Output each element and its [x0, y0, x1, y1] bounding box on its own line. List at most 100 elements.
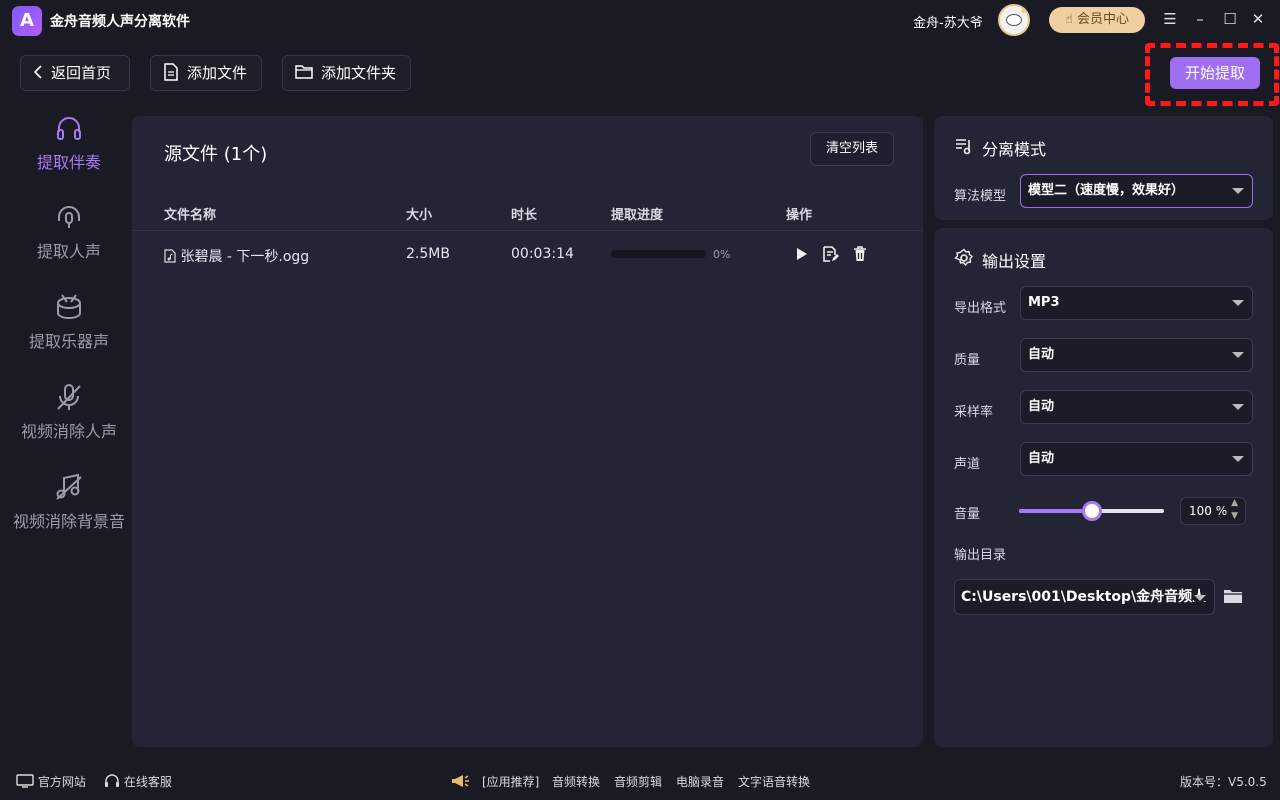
- samplerate-select[interactable]: 自动: [1020, 390, 1253, 424]
- maximize-icon[interactable]: ☐: [1220, 9, 1240, 29]
- headset-icon: [105, 774, 119, 787]
- music-off-icon: [56, 473, 82, 500]
- nav-label: 提取伴奏: [36, 153, 101, 172]
- monitor-icon: [16, 774, 34, 788]
- crown-icon: ♛: [1019, 4, 1030, 16]
- volume-slider[interactable]: [1019, 501, 1164, 521]
- footer-app-link[interactable]: 电脑录音: [676, 773, 724, 790]
- app-logo: A: [12, 6, 42, 36]
- progress-bar: [611, 250, 706, 258]
- column-header-progress: 提取进度: [611, 208, 664, 223]
- vip-center-label: 会员中心: [1077, 12, 1130, 27]
- back-home-button[interactable]: 返回首页: [20, 55, 130, 91]
- channel-value: 自动: [1028, 451, 1055, 466]
- username[interactable]: 金舟-苏大爷: [913, 12, 983, 31]
- chevron-down-icon: [1194, 595, 1206, 601]
- footer-app-link[interactable]: 音频转换: [552, 773, 600, 790]
- official-site-link[interactable]: 官方网站: [16, 773, 86, 790]
- file-size: 2.5MB: [406, 246, 450, 262]
- samplerate-label: 采样率: [954, 405, 994, 420]
- thumbs-up-icon: ☝: [1064, 12, 1073, 27]
- chevron-down-icon: [1232, 188, 1244, 194]
- nav-label: 提取乐器声: [28, 332, 109, 351]
- add-folder-label: 添加文件夹: [321, 64, 397, 82]
- samplerate-value: 自动: [1028, 399, 1055, 414]
- output-dir-value: C:\Users\001\Desktop\金舟音频人: [961, 589, 1207, 605]
- volume-input[interactable]: 100 % ▲ ▼: [1180, 497, 1246, 525]
- model-value: 模型二（速度慢，效果好）: [1028, 183, 1185, 198]
- header-divider: [132, 230, 923, 231]
- separation-mode-title: 分离模式: [982, 140, 1047, 159]
- model-select[interactable]: 模型二（速度慢，效果好）: [1020, 174, 1253, 208]
- column-header-name: 文件名称: [164, 208, 217, 223]
- music-list-icon: [956, 139, 971, 155]
- menu-icon[interactable]: ☰: [1160, 9, 1180, 29]
- output-dir-row: C:\Users\001\Desktop\金舟音频人: [934, 579, 1273, 615]
- separation-mode-panel: 分离模式 算法模型 模型二（速度慢，效果好）: [934, 116, 1273, 220]
- online-service-link[interactable]: 在线客服: [104, 773, 172, 790]
- footer-bar: 官方网站 在线客服 [应用推荐] 音频转换 音频剪辑 电脑录音 文字语音转换 版…: [0, 762, 1280, 800]
- column-header-duration: 时长: [511, 208, 538, 223]
- file-name-cell: 张碧晨 - 下一秒.ogg: [164, 246, 309, 266]
- nav-extract-accompaniment[interactable]: 提取伴奏: [0, 113, 138, 173]
- back-home-label: 返回首页: [51, 64, 112, 82]
- output-settings-panel: 输出设置 导出格式 MP3 质量 自动 采样率 自动 声道 自动 音量 100 …: [934, 228, 1273, 747]
- edit-file-icon[interactable]: [821, 245, 839, 263]
- chevron-left-icon: [33, 65, 42, 79]
- close-icon[interactable]: ✕: [1248, 9, 1268, 29]
- megaphone-icon: [450, 773, 470, 792]
- column-header-actions: 操作: [786, 208, 813, 223]
- app-recommend-label: [应用推荐]: [482, 775, 540, 789]
- start-extract-button[interactable]: 开始提取: [1170, 57, 1260, 89]
- official-site-label: 官方网站: [37, 775, 86, 789]
- volume-unit: %: [1215, 504, 1228, 518]
- channel-label: 声道: [954, 457, 981, 472]
- avatar[interactable]: ♛: [998, 4, 1030, 36]
- nav-video-remove-vocals[interactable]: 视频消除人声: [0, 382, 138, 442]
- volume-value: 100: [1189, 504, 1212, 518]
- chevron-down-icon: [1232, 352, 1244, 358]
- headset-mic-icon: [58, 206, 80, 228]
- title-bar: A 金舟音频人声分离软件 金舟-苏大爷 ♛ ☝ 会员中心 ☰ – ☐ ✕: [0, 0, 1280, 40]
- drum-icon: [57, 294, 81, 320]
- nav-extract-instruments[interactable]: 提取乐器声: [0, 292, 138, 352]
- column-header-size: 大小: [406, 208, 433, 223]
- folder-icon: [295, 65, 313, 79]
- progress-percent: 0%: [713, 248, 731, 261]
- minimize-icon[interactable]: –: [1190, 9, 1210, 29]
- file-list-title: 源文件 (1个): [164, 144, 268, 165]
- output-dir-label: 输出目录: [954, 548, 1007, 563]
- gear-icon: [954, 248, 973, 267]
- volume-slider-handle[interactable]: [1081, 501, 1102, 521]
- file-list-panel: 源文件 (1个) 清空列表 文件名称 大小 时长 提取进度 操作 张碧晨 - 下…: [132, 116, 923, 747]
- format-label: 导出格式: [954, 301, 1007, 316]
- quality-value: 自动: [1028, 347, 1055, 362]
- mic-off-icon: [57, 384, 81, 410]
- online-service-label: 在线客服: [123, 775, 172, 789]
- chevron-down-icon: [1232, 300, 1244, 306]
- footer-app-link[interactable]: 文字语音转换: [738, 773, 810, 790]
- trash-icon[interactable]: [851, 245, 869, 263]
- add-file-button[interactable]: 添加文件: [150, 55, 262, 91]
- format-select[interactable]: MP3: [1020, 286, 1253, 320]
- clear-list-button[interactable]: 清空列表: [810, 132, 894, 166]
- play-icon[interactable]: [792, 245, 810, 263]
- version-label: 版本号：V5.0.5: [1180, 775, 1267, 789]
- stepper-icon[interactable]: ▲ ▼: [1231, 497, 1238, 523]
- output-dir-select[interactable]: C:\Users\001\Desktop\金舟音频人: [954, 579, 1215, 615]
- volume-row: 音量 100 % ▲ ▼: [934, 497, 1273, 525]
- nav-extract-vocals[interactable]: 提取人声: [0, 202, 138, 262]
- volume-label: 音量: [954, 507, 981, 522]
- folder-open-icon[interactable]: [1223, 587, 1243, 605]
- add-folder-button[interactable]: 添加文件夹: [282, 55, 411, 91]
- vip-center-button[interactable]: ☝ 会员中心: [1049, 7, 1145, 33]
- audio-file-icon: [164, 249, 176, 263]
- file-name: 张碧晨 - 下一秒.ogg: [180, 249, 310, 265]
- file-duration: 00:03:14: [511, 246, 574, 262]
- chevron-down-icon: [1232, 404, 1244, 410]
- quality-select[interactable]: 自动: [1020, 338, 1253, 372]
- nav-video-remove-background[interactable]: 视频消除背景音: [0, 472, 138, 532]
- footer-app-link[interactable]: 音频剪辑: [614, 773, 662, 790]
- chevron-down-icon: [1232, 456, 1244, 462]
- channel-select[interactable]: 自动: [1020, 442, 1253, 476]
